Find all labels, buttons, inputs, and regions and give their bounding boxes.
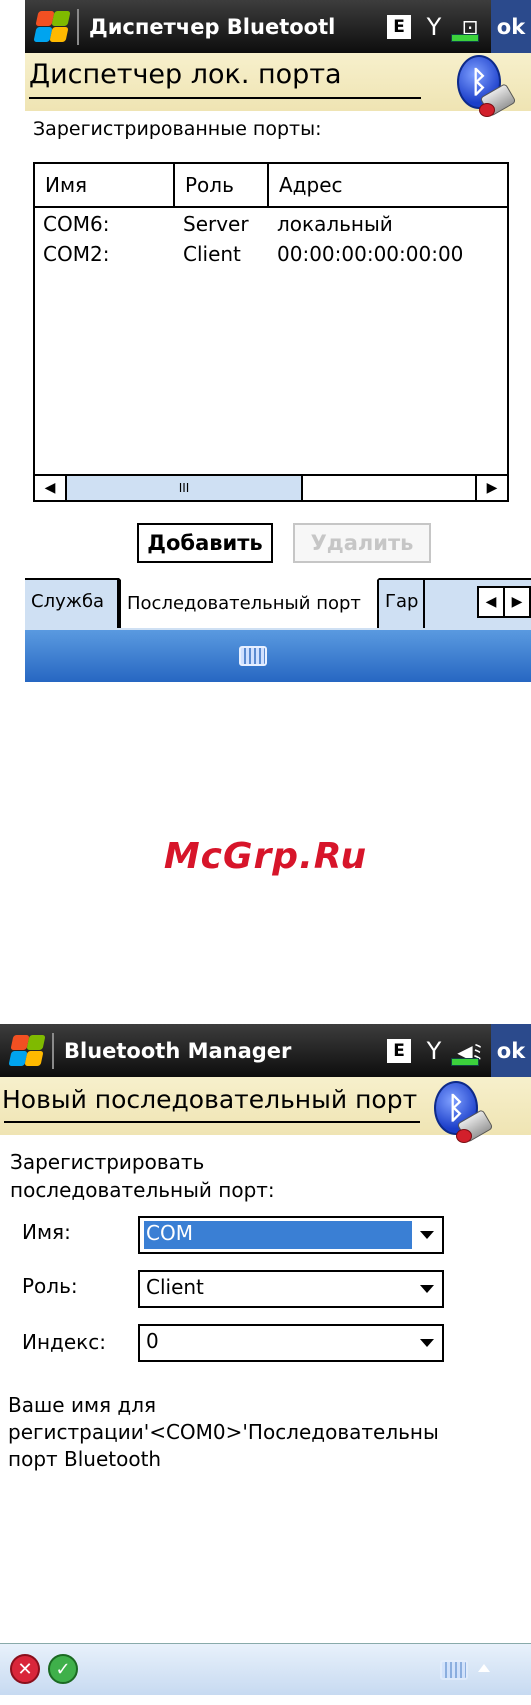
scroll-thumb[interactable]: III — [67, 476, 303, 500]
add-button[interactable]: Добавить — [137, 523, 273, 563]
title-separator — [52, 1032, 54, 1069]
index-label: Индекс: — [22, 1330, 106, 1354]
registered-ports-label: Зарегистрированные порты: — [33, 118, 322, 140]
tab-hardware[interactable]: Гар — [379, 578, 425, 628]
tab-scroll-left-icon[interactable]: ◀ — [477, 586, 505, 618]
windows-start-icon[interactable] — [33, 8, 71, 46]
header-divider — [29, 97, 421, 99]
registration-info: Ваше имя для регистрации'<COM0>'Последов… — [8, 1392, 439, 1473]
chevron-down-icon[interactable] — [420, 1231, 434, 1239]
screen-new-serial-port: Bluetooth Manager E Y ◀ﾐ ok Новый послед… — [0, 1024, 531, 1705]
name-combo[interactable]: COM — [138, 1216, 444, 1254]
screen-local-port-manager: Диспетчер Bluetootl E Y ⊡ ok Диспетчер л… — [25, 0, 531, 682]
page-header: Диспетчер лок. порта ᛒ — [25, 53, 531, 118]
signal-icon[interactable]: Y — [419, 10, 449, 44]
name-value: COM — [144, 1221, 412, 1249]
cancel-icon[interactable]: ✕ — [10, 1654, 40, 1684]
port-role: Client — [183, 242, 241, 266]
port-address: локальный — [277, 212, 393, 236]
role-label: Роль: — [22, 1274, 78, 1298]
list-item[interactable]: COM6: Server локальный — [35, 212, 507, 242]
tab-scroll-arrows: ◀ ▶ — [477, 586, 531, 618]
scroll-right-icon[interactable]: ▶ — [475, 476, 507, 500]
role-value: Client — [146, 1275, 204, 1299]
signal-icon[interactable]: Y — [419, 1034, 449, 1068]
ok-button[interactable]: ok — [491, 1024, 531, 1077]
ok-button[interactable]: ok — [491, 0, 531, 53]
bluetooth-icon: ᛒ — [430, 1081, 494, 1145]
column-header-address[interactable]: Адрес — [269, 164, 507, 206]
title-separator — [77, 8, 79, 45]
title-bar: Bluetooth Manager E Y ◀ﾐ ok — [0, 1024, 531, 1077]
intro-line-1: Зарегистрировать — [10, 1150, 205, 1174]
header-divider — [4, 1121, 420, 1123]
chevron-up-icon[interactable] — [478, 1664, 490, 1672]
port-name: COM6: — [43, 212, 110, 236]
tab-serial-port[interactable]: Последовательный порт — [119, 578, 379, 628]
battery-icon[interactable]: ⊡ — [449, 10, 491, 44]
windows-start-icon[interactable] — [8, 1032, 46, 1070]
watermark: McGrp.Ru — [163, 836, 368, 877]
list-item[interactable]: COM2: Client 00:00:00:00:00:00 — [35, 242, 507, 272]
volume-icon[interactable]: ◀ﾐ — [449, 1034, 491, 1068]
keyboard-icon[interactable] — [239, 646, 267, 666]
app-title: Bluetooth Manager — [64, 1038, 292, 1063]
delete-button[interactable]: Удалить — [293, 523, 431, 563]
info-line-1: Ваше имя для — [8, 1393, 157, 1417]
ports-list[interactable]: Имя Роль Адрес COM6: Server локальный CO… — [33, 162, 509, 502]
scroll-left-icon[interactable]: ◀ — [35, 476, 67, 500]
column-header-name[interactable]: Имя — [35, 164, 175, 206]
tab-scroll-right-icon[interactable]: ▶ — [503, 586, 531, 618]
list-header: Имя Роль Адрес — [35, 164, 507, 208]
bluetooth-icon: ᛒ — [453, 55, 517, 119]
tab-service[interactable]: Служба — [25, 578, 119, 628]
role-combo[interactable]: Client — [138, 1270, 444, 1308]
chevron-down-icon[interactable] — [420, 1339, 434, 1347]
info-line-3: порт Bluetooth — [8, 1447, 162, 1471]
title-bar: Диспетчер Bluetootl E Y ⊡ ok — [25, 0, 531, 53]
intro-line-2: последовательный порт: — [10, 1178, 275, 1202]
port-role: Server — [183, 212, 249, 236]
app-title: Диспетчер Bluetootl — [89, 14, 336, 39]
page-header: Новый последовательный порт ᛒ — [0, 1077, 531, 1144]
page-title: Диспетчер лок. порта — [29, 59, 342, 90]
edge-indicator-icon: E — [387, 1038, 411, 1063]
page-title: Новый последовательный порт — [2, 1085, 418, 1114]
chevron-down-icon[interactable] — [420, 1285, 434, 1293]
tab-strip: Служба Последовательный порт Гар ◀ ▶ — [25, 578, 531, 630]
port-name: COM2: — [43, 242, 110, 266]
info-line-2: регистрации'<COM0>'Последовательны — [8, 1420, 439, 1444]
soft-key-bar — [25, 630, 531, 682]
edge-indicator-icon: E — [387, 14, 411, 39]
scroll-track[interactable]: III — [67, 476, 475, 500]
index-value: 0 — [146, 1329, 159, 1353]
column-header-role[interactable]: Роль — [175, 164, 269, 206]
keyboard-icon[interactable] — [440, 1660, 468, 1680]
confirm-icon[interactable]: ✓ — [48, 1654, 78, 1684]
name-label: Имя: — [22, 1220, 71, 1244]
index-combo[interactable]: 0 — [138, 1324, 444, 1362]
horizontal-scrollbar[interactable]: ◀ III ▶ — [35, 474, 507, 500]
port-address: 00:00:00:00:00:00 — [277, 242, 464, 266]
soft-key-bar: ✕ ✓ — [0, 1643, 531, 1695]
